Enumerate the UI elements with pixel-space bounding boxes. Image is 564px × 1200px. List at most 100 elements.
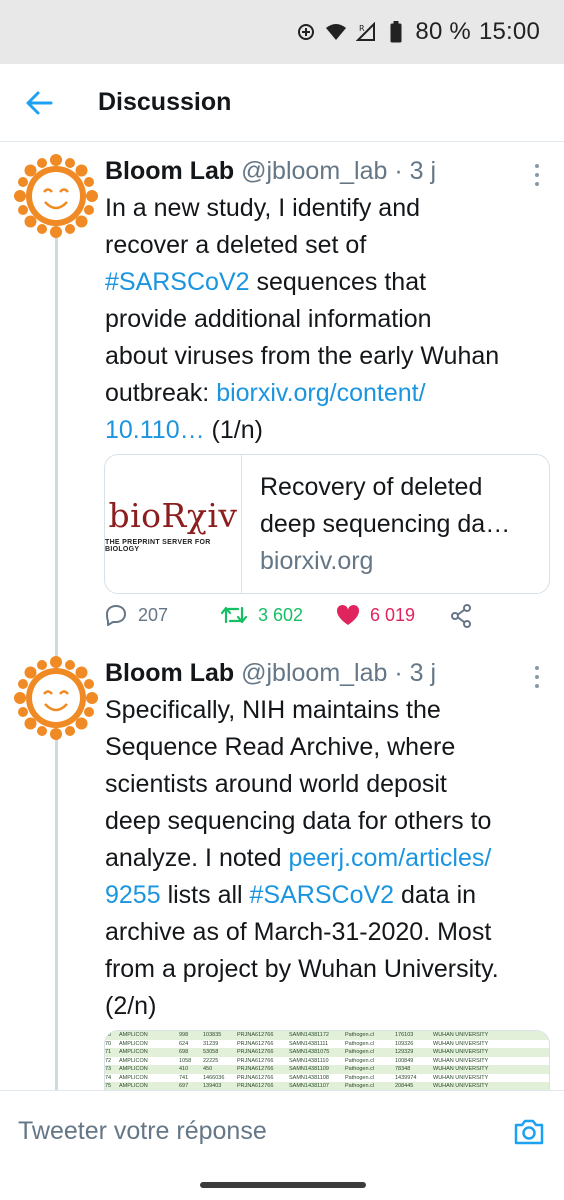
arrow-left-icon — [26, 91, 53, 114]
retweet-button[interactable]: 3 602 — [220, 604, 303, 626]
reply-input[interactable]: Tweeter votre réponse — [18, 1117, 512, 1146]
spreadsheet-cell: 31239 — [203, 1040, 219, 1047]
author-handle[interactable]: @jbloom_lab — [241, 157, 387, 185]
tweet-text-line: #SARSCoV2 sequences that — [105, 264, 555, 301]
spreadsheet-cell: AMPLICON — [119, 1057, 148, 1064]
tweet-text-line: archive as of March-31-2020. Most — [105, 914, 555, 951]
spreadsheet-cell: 1466036 — [203, 1074, 225, 1081]
spreadsheet-cell: WUHAN UNIVERSITY — [433, 1057, 489, 1064]
author-name[interactable]: Bloom Lab — [105, 659, 234, 687]
tweet[interactable]: Bloom Lab @jbloom_lab · 3 j Specifically… — [0, 656, 564, 1090]
spreadsheet-row: 71 AMPLICON 698 53058 PRJNA612766 SAMN1438107… — [105, 1048, 549, 1057]
wifi-icon — [325, 21, 347, 43]
tweet-timestamp[interactable]: 3 j — [410, 157, 436, 185]
spreadsheet-cell: Pathogen.cl — [345, 1032, 375, 1038]
spreadsheet-row: 72 AMPLICON 1058 22225 PRJNA612766 SAMN143811… — [105, 1057, 549, 1066]
avatar[interactable] — [14, 656, 98, 740]
avatar[interactable] — [14, 154, 98, 238]
tweet-text-line: scientists around world deposit — [105, 766, 555, 803]
reply-icon — [106, 605, 126, 626]
spreadsheet-cell: 176103 — [395, 1032, 414, 1038]
attached-image-spreadsheet[interactable]: 70 AMPLICON 998 103835 PRJNA612766 SAMN143811… — [104, 1030, 550, 1090]
spreadsheet-cell: 624 — [179, 1040, 189, 1047]
tweet-text-line: 9255 lists all #SARSCoV2 data in — [105, 877, 555, 914]
url-link[interactable]: peerj.com/articles/ — [288, 844, 491, 872]
tweet-text: Specifically, NIH maintains the Sequence … — [105, 692, 555, 1025]
spreadsheet-cell: 1439974 — [395, 1074, 417, 1081]
spreadsheet-cell: SAMN14381172 — [289, 1032, 329, 1038]
spreadsheet-cell: 74 — [105, 1074, 112, 1081]
link-preview-card[interactable]: bioRχiv THE PREPRINT SERVER FOR BIOLOGY … — [104, 454, 550, 594]
share-icon — [451, 604, 471, 628]
tweet-text-segment: Sequence Read Archive, where — [105, 733, 456, 761]
reply-button[interactable]: 207 — [104, 604, 168, 626]
spreadsheet-cell: PRJNA612766 — [237, 1066, 274, 1072]
card-domain: biorxiv.org — [260, 547, 374, 575]
author-name[interactable]: Bloom Lab — [105, 157, 234, 185]
more-options-icon[interactable] — [532, 666, 542, 690]
biorxiv-logo: bioRχiv THE PREPRINT SERVER FOR BIOLOGY — [105, 455, 242, 593]
gesture-navigation-handle[interactable] — [200, 1182, 366, 1188]
spreadsheet-cell: Pathogen.cl — [345, 1040, 375, 1047]
spreadsheet-cell: SAMN14381109 — [289, 1066, 329, 1072]
spreadsheet-cell: AMPLICON — [119, 1074, 148, 1081]
spreadsheet-cell: SAMN14381111 — [289, 1040, 329, 1047]
heart-icon — [336, 604, 360, 625]
tweet-text-segment: archive as of March-31-2020. Most — [105, 918, 492, 946]
tweet-text-line: analyze. I noted peerj.com/articles/ — [105, 840, 555, 877]
hashtag-link[interactable]: #SARSCoV2 — [250, 881, 395, 909]
battery-percentage: 80 % — [415, 18, 471, 45]
spreadsheet-cell: AMPLICON — [119, 1049, 148, 1055]
spreadsheet-cell: 741 — [179, 1074, 189, 1081]
spreadsheet-cell: 998 — [179, 1032, 189, 1038]
spreadsheet-cell: Pathogen.cl — [345, 1066, 375, 1072]
tweet-text-segment: (1/n) — [204, 416, 263, 444]
spreadsheet-cell: AMPLICON — [119, 1066, 148, 1072]
spreadsheet-cell: 697 — [179, 1083, 189, 1089]
tweet-text-line: (2/n) — [105, 988, 555, 1025]
status-bar: R 80 % 15:00 — [0, 0, 564, 64]
biorxiv-tagline: THE PREPRINT SERVER FOR BIOLOGY — [105, 538, 211, 553]
tweet-actions: 207 3 602 6 019 — [104, 604, 471, 638]
spreadsheet-row: 75 AMPLICON 697 139403 PRJNA612766 SAMN143811… — [105, 1082, 549, 1090]
spreadsheet-cell: AMPLICON — [119, 1083, 148, 1089]
spreadsheet-row: 70 AMPLICON 624 31239 PRJNA612766 SAMN1438111… — [105, 1040, 549, 1049]
spreadsheet-cell: 22225 — [203, 1057, 219, 1064]
tweet-text-segment: scientists around world deposit — [105, 770, 447, 798]
hashtag-link[interactable]: #SARSCoV2 — [105, 268, 250, 296]
spreadsheet-cell: 109326 — [395, 1040, 414, 1047]
share-button[interactable] — [450, 604, 472, 628]
clock: 15:00 — [478, 18, 540, 45]
cellular-r-icon: R — [355, 21, 377, 43]
thread-feed[interactable]: Bloom Lab @jbloom_lab · 3 j In a new stu… — [0, 142, 564, 1090]
spreadsheet-cell: 72 — [105, 1057, 112, 1064]
tweet-text-segment: data in — [394, 881, 477, 909]
back-button[interactable] — [22, 86, 56, 120]
like-button[interactable]: 6 019 — [336, 604, 415, 626]
separator-dot: · — [394, 659, 403, 687]
url-link[interactable]: 10.110… — [105, 416, 205, 444]
tweet[interactable]: Bloom Lab @jbloom_lab · 3 j In a new stu… — [0, 154, 564, 644]
spreadsheet-cell: SAMN14381075 — [289, 1049, 330, 1055]
spreadsheet-cell: PRJNA612766 — [237, 1049, 274, 1055]
spreadsheet-cell: SAMN14381110 — [289, 1057, 329, 1064]
spreadsheet-cell: SAMN14381108 — [289, 1074, 329, 1081]
spreadsheet-cell: WUHAN UNIVERSITY — [433, 1074, 489, 1081]
spreadsheet-cell: WUHAN UNIVERSITY — [433, 1066, 489, 1072]
url-link[interactable]: biorxiv.org/content/ — [216, 379, 425, 407]
author-handle[interactable]: @jbloom_lab — [241, 659, 387, 687]
more-options-icon[interactable] — [532, 164, 542, 188]
spreadsheet-cell: 53058 — [203, 1049, 219, 1055]
top-app-bar: Discussion — [0, 64, 564, 142]
tweet-text-line: about viruses from the early Wuhan — [105, 338, 555, 375]
spreadsheet-cell: PRJNA612766 — [237, 1032, 274, 1038]
tweet-text-line: outbreak: biorxiv.org/content/ — [105, 375, 555, 412]
spreadsheet-cell: SAMN14381107 — [289, 1083, 329, 1089]
camera-icon[interactable] — [512, 1115, 546, 1149]
tweet-text-line: Sequence Read Archive, where — [105, 729, 555, 766]
spreadsheet-cell: AMPLICON — [119, 1032, 148, 1038]
url-link[interactable]: 9255 — [105, 881, 161, 909]
tweet-header: Bloom Lab @jbloom_lab · 3 j — [105, 656, 436, 690]
tweet-timestamp[interactable]: 3 j — [410, 659, 436, 687]
separator-dot: · — [394, 157, 403, 185]
